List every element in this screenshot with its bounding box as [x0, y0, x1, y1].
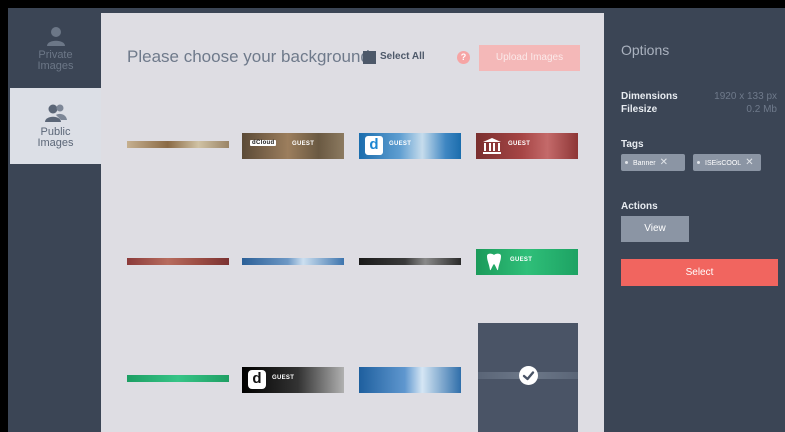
actions-label: Actions: [621, 201, 658, 212]
tag-chip: Banner ✕: [621, 154, 685, 171]
remove-tag-icon[interactable]: ✕: [745, 154, 753, 171]
dimensions-label: Dimensions: [621, 91, 678, 102]
selected-image-thumbnail[interactable]: [478, 323, 578, 432]
image-gallery: Please choose your background Select All…: [101, 13, 604, 432]
image-thumbnail[interactable]: [359, 258, 461, 265]
building-icon: [483, 138, 501, 154]
tag-label: Banner: [633, 160, 656, 167]
image-thumbnail[interactable]: [242, 258, 344, 265]
image-thumbnail[interactable]: [359, 367, 461, 393]
background-chooser: Private Images Public Images Please choo…: [8, 8, 785, 432]
thumbnail-caption: GUEST: [292, 141, 315, 147]
select-all-checkbox[interactable]: [363, 51, 376, 64]
tag-label: ISEisCOOL: [705, 160, 742, 167]
options-title: Options: [621, 42, 670, 58]
tab-public-label-2: Images: [37, 137, 74, 149]
sidebar: Private Images Public Images: [8, 8, 101, 432]
upload-images-button[interactable]: Upload Images: [479, 45, 580, 71]
image-thumbnail[interactable]: GUEST: [476, 133, 578, 159]
tab-private-label-2: Images: [37, 60, 74, 72]
image-thumbnail[interactable]: [127, 258, 229, 265]
image-thumbnail[interactable]: [127, 141, 229, 148]
filesize-value: 0.2 Mb: [746, 104, 777, 115]
remove-tag-icon[interactable]: ✕: [660, 154, 668, 171]
image-thumbnail[interactable]: d GUEST: [242, 367, 344, 393]
tag-chip: ISEisCOOL ✕: [693, 154, 761, 171]
thumbnail-caption: GUEST: [510, 257, 533, 263]
dimensions-value: 1920 x 133 px: [714, 91, 777, 102]
thumbnail-caption: GUEST: [389, 141, 412, 147]
image-thumbnail[interactable]: GUEST: [476, 249, 578, 275]
thumbnail-caption: GUEST: [272, 375, 295, 381]
select-all-label[interactable]: Select All: [380, 51, 425, 62]
thumbnail-brand: dCloud: [250, 140, 277, 146]
user-icon: [46, 27, 65, 46]
thumbnail-caption: GUEST: [508, 141, 531, 147]
filesize-label: Filesize: [621, 104, 658, 115]
page-title: Please choose your background: [127, 47, 370, 66]
tooth-icon: [487, 253, 501, 271]
select-button[interactable]: Select: [621, 259, 778, 286]
check-icon: [519, 366, 538, 385]
thumbnail-badge: d: [365, 136, 383, 155]
image-thumbnail[interactable]: dCloud GUEST: [242, 133, 344, 159]
image-thumbnail[interactable]: [127, 375, 229, 382]
users-icon: [44, 104, 67, 122]
tab-private-images[interactable]: Private Images: [10, 11, 101, 87]
tags-label: Tags: [621, 139, 644, 150]
view-button[interactable]: View: [621, 216, 689, 242]
tab-public-images[interactable]: Public Images: [10, 88, 101, 164]
image-thumbnail[interactable]: d GUEST: [359, 133, 461, 159]
thumbnail-badge: d: [248, 370, 266, 389]
options-panel: Options Dimensions 1920 x 133 px Filesiz…: [604, 8, 785, 432]
help-icon[interactable]: ?: [457, 51, 470, 64]
